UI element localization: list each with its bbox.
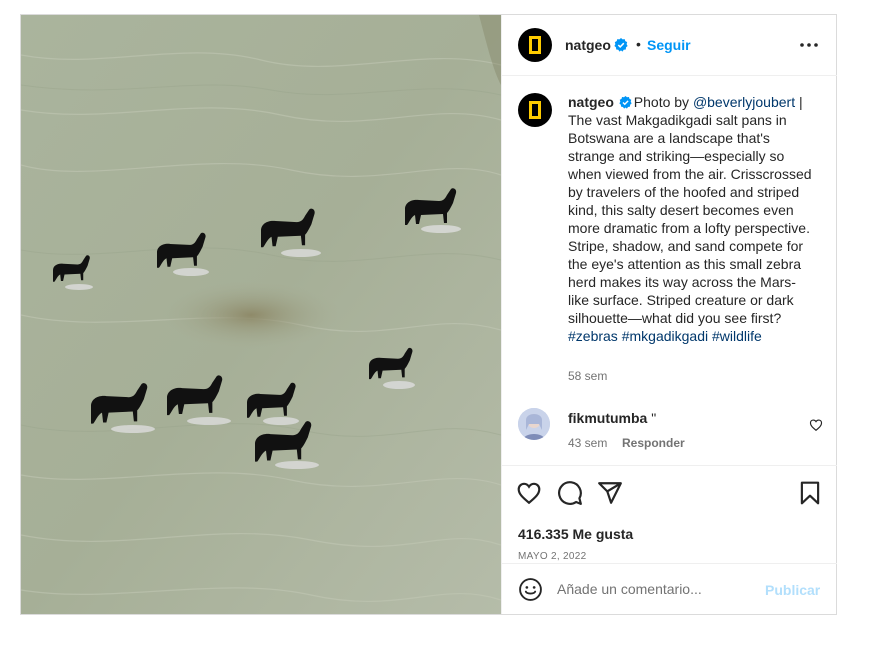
- post-caption: natgeo Photo by @beverlyjoubert | The va…: [568, 93, 814, 345]
- zebra-herd-aerial-photo: [21, 15, 501, 614]
- publish-button[interactable]: Publicar: [765, 582, 820, 598]
- caption-body: | The vast Makgadikgadi salt pans in Bot…: [568, 94, 812, 326]
- post-date[interactable]: MAYO 2, 2022: [518, 551, 586, 562]
- caption-intro: Photo by: [633, 94, 693, 110]
- post-photo[interactable]: [21, 15, 501, 614]
- verified-badge-icon: [614, 38, 628, 52]
- hashtag-link[interactable]: #mkgadikgadi: [622, 328, 708, 344]
- caption-timestamp[interactable]: 58 sem: [568, 369, 607, 383]
- bookmark-icon[interactable]: [797, 480, 823, 506]
- emoji-icon[interactable]: [518, 577, 543, 602]
- caption-mention-link[interactable]: @beverlyjoubert: [693, 94, 795, 110]
- post-actions: 416.335 Me gusta MAYO 2, 2022: [502, 465, 837, 563]
- header-username[interactable]: natgeo: [565, 37, 611, 53]
- caption-verified-badge-icon: [619, 96, 632, 109]
- share-icon[interactable]: [597, 480, 623, 506]
- likes-count[interactable]: 416.335 Me gusta: [518, 526, 633, 542]
- post-sidebar: natgeo • Seguir natgeo Photo by @beverly…: [501, 15, 837, 614]
- comment: fikmutumba ": [568, 410, 656, 426]
- hashtag-link[interactable]: #zebras: [568, 328, 618, 344]
- add-comment-bar: Publicar: [502, 563, 837, 614]
- heart-icon[interactable]: [516, 480, 542, 506]
- comment-text: ": [647, 410, 657, 426]
- caption-username[interactable]: natgeo: [568, 94, 614, 110]
- instagram-post: natgeo • Seguir natgeo Photo by @beverly…: [20, 14, 837, 615]
- caption-natgeo-logo-icon[interactable]: [518, 93, 552, 127]
- heart-outline-icon[interactable]: [809, 418, 823, 432]
- separator-dot: •: [636, 36, 641, 52]
- comment-input[interactable]: [557, 579, 757, 599]
- comment-username[interactable]: fikmutumba: [568, 410, 647, 426]
- comment-timestamp[interactable]: 43 sem: [568, 436, 607, 450]
- commenter-avatar[interactable]: [518, 408, 550, 440]
- post-header: natgeo • Seguir: [502, 15, 837, 76]
- reply-button[interactable]: Responder: [622, 436, 685, 450]
- comments-section: natgeo Photo by @beverlyjoubert | The va…: [502, 77, 837, 460]
- natgeo-logo-icon[interactable]: [518, 28, 552, 62]
- hashtag-link[interactable]: #wildlife: [712, 328, 762, 344]
- more-options-icon[interactable]: [799, 42, 819, 48]
- follow-button[interactable]: Seguir: [647, 37, 691, 53]
- comment-icon[interactable]: [557, 480, 583, 506]
